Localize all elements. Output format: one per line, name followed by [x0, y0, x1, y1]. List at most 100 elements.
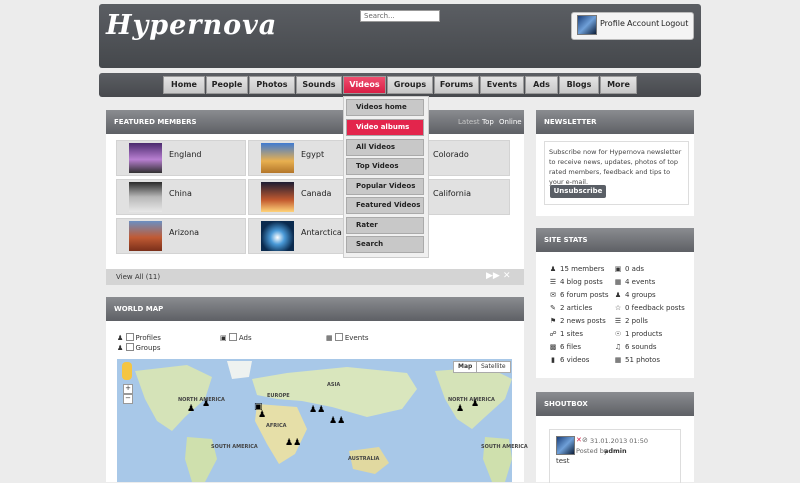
nav-sounds[interactable]: Sounds — [296, 76, 342, 94]
nav-home[interactable]: Home — [163, 76, 205, 94]
nav-videos[interactable]: Videos — [343, 76, 386, 94]
stat-videos[interactable]: ▮ 6 videos — [549, 356, 589, 364]
filter-groups[interactable]: ♟ Groups — [117, 343, 160, 352]
stat-sounds[interactable]: ♫ 6 sounds — [614, 343, 657, 351]
menu-search[interactable]: Search — [346, 236, 424, 253]
stat-value: 51 photos — [625, 356, 660, 364]
menu-popular-videos[interactable]: Popular Videos — [346, 178, 424, 195]
checkbox-ads[interactable] — [228, 333, 237, 341]
shout-author-link[interactable]: admin — [604, 447, 627, 455]
map-label-africa: AFRICA — [266, 423, 287, 429]
profile-link[interactable]: Profile — [600, 19, 625, 28]
stat-events[interactable]: ▦ 4 events — [614, 278, 656, 286]
group-icon: ♟ — [117, 344, 124, 352]
member-name: California — [433, 189, 471, 198]
tab-online[interactable]: Online — [499, 118, 522, 126]
filter-events[interactable]: ▦ Events — [326, 333, 369, 342]
newsletter-text: Subscribe now for Hypernova newsletter t… — [549, 148, 682, 186]
stat-blog-posts[interactable]: ☰ 4 blog posts — [549, 278, 603, 286]
member-name: China — [169, 189, 192, 198]
stat-groups[interactable]: ♟ 4 groups — [614, 291, 656, 299]
group-marker-icon[interactable]: ♟♟ — [285, 438, 301, 448]
tab-top[interactable]: Top — [482, 118, 494, 126]
stat-value: 6 sounds — [625, 343, 657, 351]
nav-forums[interactable]: Forums — [434, 76, 479, 94]
stat-ads[interactable]: ▣ 0 ads — [614, 265, 644, 273]
land-greenland — [227, 361, 252, 379]
stat-polls[interactable]: ☰ 2 polls — [614, 317, 648, 325]
unsubscribe-button[interactable]: Unsubscribe — [550, 185, 606, 198]
news-icon: ⚑ — [549, 317, 557, 325]
search-input[interactable]: Search... — [360, 10, 440, 22]
nav-groups[interactable]: Groups — [387, 76, 433, 94]
block-icon[interactable]: ⊘ — [582, 436, 588, 444]
stat-value: 0 feedback posts — [625, 304, 685, 312]
stat-photos[interactable]: ▦ 51 photos — [614, 356, 660, 364]
poll-icon: ☰ — [614, 317, 622, 325]
stat-value: 2 polls — [625, 317, 648, 325]
logout-link[interactable]: Logout — [661, 19, 688, 28]
profile-marker-icon[interactable]: ♟ — [202, 399, 210, 409]
menu-video-albums[interactable]: Video albums — [346, 119, 424, 136]
stat-forum-posts[interactable]: ✉ 6 forum posts — [549, 291, 609, 299]
menu-featured-videos[interactable]: Featured Videos — [346, 197, 424, 214]
view-all-link[interactable]: View All (11) — [116, 273, 160, 281]
stat-news-posts[interactable]: ⚑ 2 news posts — [549, 317, 606, 325]
profile-marker-icon[interactable]: ♟ — [258, 410, 266, 420]
checkbox-events[interactable] — [334, 333, 343, 341]
calendar-icon: ▦ — [614, 278, 622, 286]
checkbox-profiles[interactable] — [125, 333, 134, 341]
member-card-china[interactable]: China — [116, 179, 246, 215]
user-avatar[interactable] — [577, 15, 597, 35]
group-marker-icon[interactable]: ♟♟ — [329, 416, 345, 426]
nav-photos[interactable]: Photos — [249, 76, 295, 94]
stat-value: 6 videos — [560, 356, 590, 364]
close-icon[interactable]: ✕ — [503, 271, 511, 281]
cart-icon: ☉ — [614, 330, 622, 338]
menu-rater[interactable]: Rater — [346, 217, 424, 234]
world-map[interactable] — [117, 359, 512, 482]
member-name: Canada — [301, 189, 332, 198]
profile-marker-icon[interactable]: ♟ — [471, 399, 479, 409]
account-link[interactable]: Account — [627, 19, 659, 28]
tab-latest[interactable]: Latest — [458, 118, 480, 126]
filter-label: Ads — [238, 334, 252, 342]
nav-people[interactable]: People — [206, 76, 248, 94]
menu-top-videos[interactable]: Top Videos — [346, 158, 424, 175]
menu-all-videos[interactable]: All Videos — [346, 139, 424, 156]
satellite-view-button[interactable]: Satellite — [476, 361, 511, 373]
menu-videos-home[interactable]: Videos home — [346, 99, 424, 116]
stat-members[interactable]: ♟ 15 members — [549, 265, 605, 273]
profile-marker-icon[interactable]: ♟ — [456, 404, 464, 414]
stat-sites[interactable]: ☍ 1 sites — [549, 330, 583, 338]
stat-products[interactable]: ☉ 1 products — [614, 330, 662, 338]
zoom-in-button[interactable]: + — [123, 384, 133, 394]
nav-more[interactable]: More — [600, 76, 637, 94]
shout-avatar[interactable] — [556, 436, 575, 455]
stat-files[interactable]: ▩ 6 files — [549, 343, 581, 351]
member-card-england[interactable]: England — [116, 140, 246, 176]
nav-blogs[interactable]: Blogs — [559, 76, 599, 94]
zoom-out-button[interactable]: − — [123, 394, 133, 404]
member-card-arizona[interactable]: Arizona — [116, 218, 246, 254]
delete-icon[interactable]: ✕ — [576, 436, 582, 444]
stat-feedback-posts[interactable]: ☆ 0 feedback posts — [614, 304, 685, 312]
group-marker-icon[interactable]: ♟♟ — [309, 405, 325, 415]
map-label-australia: AUSTRALIA — [348, 456, 380, 462]
filter-ads[interactable]: ▣ Ads — [220, 333, 252, 342]
stat-value: 6 files — [560, 343, 581, 351]
member-thumb — [129, 221, 162, 251]
map-label-south-america-1: SOUTH AMERICA — [211, 444, 258, 450]
stat-articles[interactable]: ✎ 2 articles — [549, 304, 592, 312]
shout-posted-by: Posted by — [576, 447, 608, 455]
street-view-pegman-icon[interactable] — [122, 362, 132, 380]
filter-profiles[interactable]: ♟ Profiles — [117, 333, 161, 342]
site-logo[interactable]: Hypernova — [106, 10, 277, 41]
map-view-button[interactable]: Map — [453, 361, 478, 373]
nav-events[interactable]: Events — [480, 76, 524, 94]
profile-marker-icon[interactable]: ♟ — [187, 404, 195, 414]
next-icon[interactable]: ▶▶ — [486, 271, 500, 281]
nav-ads[interactable]: Ads — [525, 76, 558, 94]
stat-value: 4 groups — [625, 291, 656, 299]
checkbox-groups[interactable] — [125, 343, 134, 351]
